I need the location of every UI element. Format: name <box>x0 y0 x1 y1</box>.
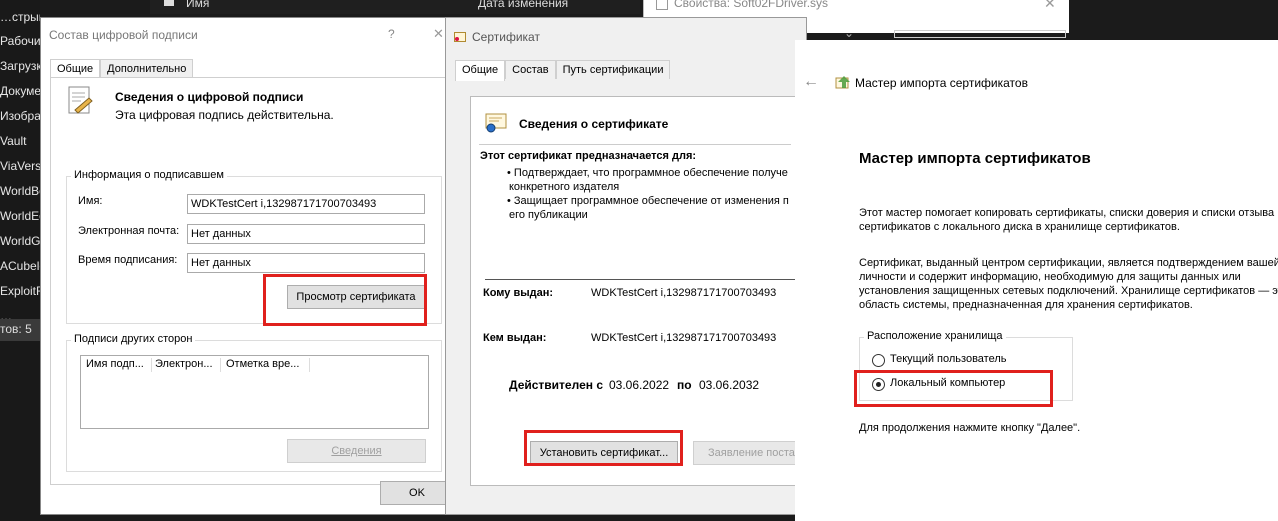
valid-from-value: 03.06.2022 <box>609 378 670 392</box>
details-button[interactable]: Сведения <box>287 439 426 463</box>
sidebar-item[interactable]: WorldBo <box>0 184 40 198</box>
ok-button[interactable]: OK <box>380 481 454 505</box>
info-title: Сведения о сертификате <box>519 117 669 131</box>
sidebar-item[interactable]: Изобра <box>0 109 40 123</box>
valid-to-label: по <box>677 378 692 392</box>
name-field[interactable]: WDKTestCert i,132987171700703493 <box>187 194 425 214</box>
issued-to-value: WDKTestCert i,132987171700703493 <box>591 287 777 299</box>
certificate-title-icon <box>454 31 466 42</box>
certificate-icon <box>485 113 507 136</box>
sidebar-item[interactable]: WorldG <box>0 234 40 248</box>
tab-strip: Общие Состав Путь сертификации <box>455 60 671 81</box>
help-button[interactable]: ? <box>388 27 395 41</box>
countersignatures-list[interactable]: Имя подп... Электрон... Отметка вре... <box>80 355 429 429</box>
valid-to-value: 03.06.2032 <box>699 378 760 392</box>
email-field[interactable]: Нет данных <box>187 224 425 244</box>
intro-line-1: Этот мастер помогает копировать сертифик… <box>859 207 1275 219</box>
highlight-view-certificate <box>263 274 427 326</box>
sidebar-item[interactable]: ViaVersi <box>0 159 40 173</box>
continue-text: Для продолжения нажмите кнопку "Далее". <box>859 422 1081 434</box>
countersignatures-title: Подписи других сторон <box>71 333 196 345</box>
sidebar-item[interactable]: Докуме <box>0 84 40 98</box>
certificate-import-wizard: ← Мастер импорта сертификатов Мастер имп… <box>795 40 1278 521</box>
close-icon[interactable]: ✕ <box>1044 0 1056 12</box>
column-timestamp[interactable]: Отметка вре... <box>226 358 299 370</box>
column-signer-name[interactable]: Имя подп... <box>86 358 144 370</box>
dialog-title: Состав цифровой подписи <box>49 28 198 42</box>
tab-certification-path[interactable]: Путь сертификации <box>555 60 671 79</box>
signer-group-title: Информация о подписавшем <box>71 169 227 181</box>
window-title: Мастер импорта сертификатов <box>855 76 1028 90</box>
chevron-down-icon[interactable]: ⌄ <box>844 26 854 40</box>
certificate-info-panel: Сведения о сертификате Этот сертификат п… <box>470 96 796 486</box>
para-line-1: Сертификат, выданный центром сертификаци… <box>859 257 1278 269</box>
back-button[interactable]: ← <box>803 73 819 91</box>
issued-to-label: Кому выдан: <box>483 287 554 299</box>
wizard-heading: Мастер импорта сертификатов <box>859 150 1091 167</box>
valid-from-label: Действителен с <box>509 378 603 392</box>
para-line-3: установления защищенных сетевых подключе… <box>859 285 1278 297</box>
header-title: Сведения о цифровой подписи <box>115 90 304 104</box>
wizard-icon <box>835 75 851 94</box>
explorer-sidebar: …стрый доступ Рабочи Загрузк Докуме Изобра Va… <box>0 0 40 521</box>
dialog-title: Сертификат <box>472 30 540 44</box>
checkbox-icon[interactable] <box>164 0 174 6</box>
purpose-1a: • Подтверждает, что программное обеспече… <box>507 167 788 179</box>
tab-panel: Сведения о цифровой подписи Эта цифровая… <box>50 77 448 485</box>
sidebar-item[interactable]: Загрузк <box>0 59 40 73</box>
sidebar-item[interactable]: Vault <box>0 134 40 148</box>
properties-title: Свойства: Soft02FDriver.sys <box>674 0 829 10</box>
option-current-user[interactable]: Текущий пользователь <box>890 353 1006 365</box>
properties-field <box>894 30 1066 38</box>
time-label: Время подписания: <box>78 254 178 266</box>
email-label: Электронная почта: <box>78 225 180 237</box>
explorer-item-count: тов: 5 <box>0 319 40 341</box>
highlight-install-certificate <box>524 430 683 466</box>
para-line-2: личности и содержит информацию, необходи… <box>859 271 1241 283</box>
titlebar: Состав цифровой подписи ? ✕ <box>41 18 456 52</box>
certificate-dialog: Сертификат ⌄ Общие Состав Путь сертифика… <box>445 17 854 515</box>
highlight-local-machine <box>854 370 1053 407</box>
purpose-2b: его публикации <box>509 209 588 221</box>
sidebar-item[interactable]: ACubele <box>0 259 40 273</box>
tab-advanced[interactable]: Дополнительно <box>100 59 194 78</box>
tab-details[interactable]: Состав <box>505 60 556 79</box>
sidebar-item[interactable]: WorldEd <box>0 209 40 223</box>
sidebar-item[interactable]: Рабочи <box>0 34 40 48</box>
close-button[interactable]: ✕ <box>433 26 444 42</box>
column-name[interactable]: Имя <box>186 0 209 10</box>
purpose-title: Этот сертификат предназначается для: <box>480 150 697 162</box>
column-email[interactable]: Электрон... <box>155 358 213 370</box>
signature-details-dialog: Состав цифровой подписи ? ✕ Общие Дополн… <box>40 17 457 515</box>
purpose-2a: • Защищает программное обеспечение от из… <box>507 195 789 207</box>
tab-general[interactable]: Общие <box>455 60 506 81</box>
issued-by-label: Кем выдан: <box>483 332 547 344</box>
sidebar-item[interactable]: …стрый доступ <box>0 10 40 24</box>
purpose-1b: конкретного издателя <box>509 181 620 193</box>
name-label: Имя: <box>78 195 103 207</box>
signature-icon <box>67 86 93 118</box>
explorer-header: Имя Дата изменения <box>150 0 640 14</box>
radio-current-user[interactable] <box>872 354 885 367</box>
intro-line-2: сертификатов с локального диска в хранил… <box>859 221 1180 233</box>
column-date[interactable]: Дата изменения <box>478 0 568 10</box>
time-field[interactable]: Нет данных <box>187 253 425 273</box>
issued-by-value: WDKTestCert i,132987171700703493 <box>591 332 777 344</box>
para-line-4: область системы, предназначенная для хра… <box>859 299 1193 311</box>
properties-icon <box>656 0 668 10</box>
header-text: Эта цифровая подпись действительна. <box>115 108 334 122</box>
sidebar-item[interactable]: ExploitF <box>0 284 40 298</box>
countersignatures-group: Подписи других сторон Имя подп... Электр… <box>66 333 442 472</box>
store-location-title: Расположение хранилища <box>864 330 1006 342</box>
